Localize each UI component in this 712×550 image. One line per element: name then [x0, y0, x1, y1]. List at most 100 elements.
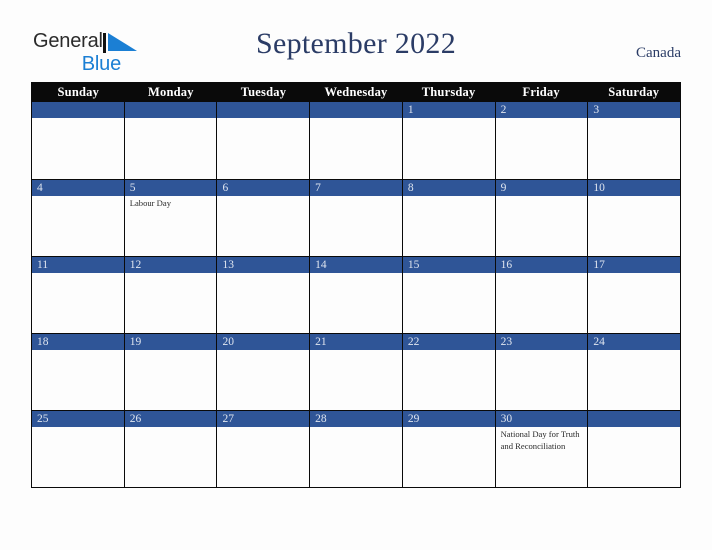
day-events	[310, 427, 402, 429]
calendar-day-cell[interactable]: 10	[587, 179, 681, 256]
day-events	[32, 427, 124, 429]
day-events	[496, 350, 588, 352]
day-number: 18	[32, 334, 124, 350]
calendar-week-row: 11 12 13 14 15 16 17	[32, 256, 681, 333]
day-number: 2	[495, 102, 588, 118]
calendar-day-cell[interactable]: 30 National Day for Truth and Reconciliat…	[494, 410, 588, 487]
calendar-day-cell[interactable]: 29	[401, 410, 495, 487]
day-events	[125, 427, 217, 429]
day-number	[217, 102, 310, 118]
day-events	[217, 118, 309, 120]
day-number: 19	[124, 334, 217, 350]
day-events	[496, 118, 588, 120]
calendar-day-cell[interactable]: 4	[32, 179, 124, 256]
calendar-day-cell[interactable]: 7	[309, 179, 402, 256]
holiday-label: National Day for Truth and Reconciliatio…	[500, 429, 580, 451]
calendar-day-cell[interactable]: 25	[32, 410, 124, 487]
dow-friday: Friday	[522, 85, 560, 99]
day-events	[217, 273, 309, 275]
calendar-day-cell[interactable]: 11	[32, 256, 124, 333]
calendar-day-cell[interactable]: 24	[587, 333, 681, 410]
calendar-day-cell[interactable]: 17	[587, 256, 681, 333]
day-events	[217, 427, 309, 429]
day-number: 13	[217, 257, 310, 273]
calendar-day-cell[interactable]	[123, 102, 217, 179]
day-number: 30	[495, 411, 588, 427]
day-number: 6	[217, 180, 310, 196]
dow-monday: Monday	[148, 85, 194, 99]
day-number: 25	[32, 411, 124, 427]
day-events	[310, 118, 402, 120]
calendar-day-cell[interactable]: 15	[401, 256, 495, 333]
day-events	[588, 196, 680, 198]
calendar-day-cell[interactable]: 6	[216, 179, 310, 256]
day-number: 27	[217, 411, 310, 427]
day-events	[496, 196, 588, 198]
page-title: September 2022	[256, 27, 456, 60]
calendar-day-cell[interactable]: 5 Labour Day	[123, 179, 217, 256]
day-number: 15	[402, 257, 495, 273]
calendar-day-cell[interactable]: 21	[309, 333, 402, 410]
day-number: 17	[588, 257, 681, 273]
day-events	[310, 273, 402, 275]
day-number: 20	[217, 334, 310, 350]
day-events	[310, 350, 402, 352]
calendar-day-cell[interactable]: 28	[309, 410, 402, 487]
day-number: 7	[310, 180, 402, 196]
day-number: 29	[402, 411, 495, 427]
calendar-weeks: 1 2 3 4 5 Labour Day 6 7 8 9 10 11 12 13 14 15 16 17 18 19 2…	[32, 102, 681, 487]
calendar-week-row: 25 26 27 28 29 30 National Day for Truth and R…	[32, 410, 681, 487]
day-number: 3	[588, 102, 681, 118]
calendar-day-cell[interactable]: 9	[494, 179, 588, 256]
calendar-day-cell[interactable]: 19	[123, 333, 217, 410]
calendar-day-cell[interactable]: 8	[401, 179, 495, 256]
day-number: 10	[588, 180, 681, 196]
calendar-day-cell[interactable]: 22	[401, 333, 495, 410]
calendar-day-cell[interactable]	[587, 410, 681, 487]
day-number: 8	[402, 180, 495, 196]
calendar-day-cell[interactable]: 27	[216, 410, 310, 487]
day-number: 26	[124, 411, 217, 427]
calendar-day-cell[interactable]: 20	[216, 333, 310, 410]
day-events	[403, 273, 495, 275]
day-number: 23	[495, 334, 588, 350]
calendar-day-cell[interactable]: 23	[494, 333, 588, 410]
day-of-week-header: Sunday Monday Tuesday Wednesday Thursday…	[32, 82, 680, 102]
day-number: 21	[310, 334, 402, 350]
day-events	[588, 273, 680, 275]
calendar-day-cell[interactable]: 13	[216, 256, 310, 333]
calendar-day-cell[interactable]: 18	[32, 333, 124, 410]
dow-sunday: Sunday	[57, 85, 100, 99]
day-number: 5	[124, 180, 217, 196]
dow-tuesday: Tuesday	[240, 85, 287, 99]
day-events	[588, 350, 680, 352]
calendar-day-cell[interactable]	[32, 102, 124, 179]
calendar-day-cell[interactable]: 1	[401, 102, 495, 179]
calendar-day-cell[interactable]: 26	[123, 410, 217, 487]
day-number: 14	[310, 257, 402, 273]
day-events	[403, 427, 495, 429]
calendar-day-cell[interactable]: 14	[309, 256, 402, 333]
day-number: 16	[495, 257, 588, 273]
day-events	[125, 118, 217, 120]
dow-wednesday: Wednesday	[324, 85, 388, 99]
country-label: Canada	[636, 45, 681, 61]
calendar-day-cell[interactable]: 2	[494, 102, 588, 179]
calendar-day-cell[interactable]	[216, 102, 310, 179]
calendar-day-cell[interactable]: 16	[494, 256, 588, 333]
calendar-day-cell[interactable]	[309, 102, 402, 179]
day-number	[32, 102, 124, 118]
day-number	[124, 102, 217, 118]
day-events	[496, 273, 588, 275]
day-number: 24	[588, 334, 681, 350]
day-number: 4	[32, 180, 124, 196]
calendar-day-cell[interactable]: 3	[587, 102, 681, 179]
day-events	[217, 196, 309, 198]
day-number: 9	[495, 180, 588, 196]
calendar-week-row: 18 19 20 21 22 23 24	[32, 333, 681, 410]
calendar-day-cell[interactable]: 12	[123, 256, 217, 333]
dow-saturday: Saturday	[608, 85, 660, 99]
holiday-label: Labour Day	[129, 198, 172, 208]
calendar-grid: Sunday Monday Tuesday Wednesday Thursday…	[31, 82, 681, 488]
day-events: Labour Day	[125, 196, 217, 210]
